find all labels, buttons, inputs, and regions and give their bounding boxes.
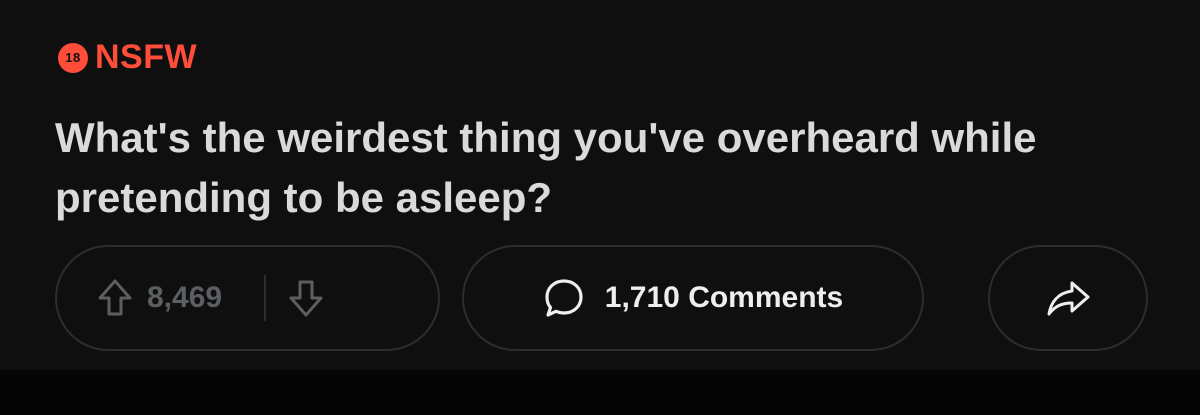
bottom-strip <box>0 370 1200 415</box>
nsfw-18-icon: 18 <box>58 42 88 73</box>
comments-count: 1,710 Comments <box>604 281 844 314</box>
post-title[interactable]: What's the weirdest thing you've overhea… <box>55 108 1155 228</box>
arrow-up-icon <box>98 279 132 316</box>
upvote-button[interactable] <box>97 278 133 318</box>
nsfw-tag: 18 NSFW <box>58 38 197 77</box>
arrow-down-icon <box>289 280 323 317</box>
downvote-button[interactable] <box>288 278 324 318</box>
vote-count: 8,469 <box>147 281 223 314</box>
comments-button[interactable]: 1,710 Comments <box>462 245 924 351</box>
speech-bubble-icon <box>545 279 583 317</box>
share-button[interactable] <box>988 245 1148 351</box>
vote-bar: 8,469 <box>55 245 440 351</box>
post-card: 18 NSFW What's the weirdest thing you've… <box>0 0 1200 370</box>
nsfw-label: NSFW <box>95 38 198 76</box>
share-arrow-icon <box>1047 281 1090 316</box>
vote-divider <box>264 275 267 321</box>
